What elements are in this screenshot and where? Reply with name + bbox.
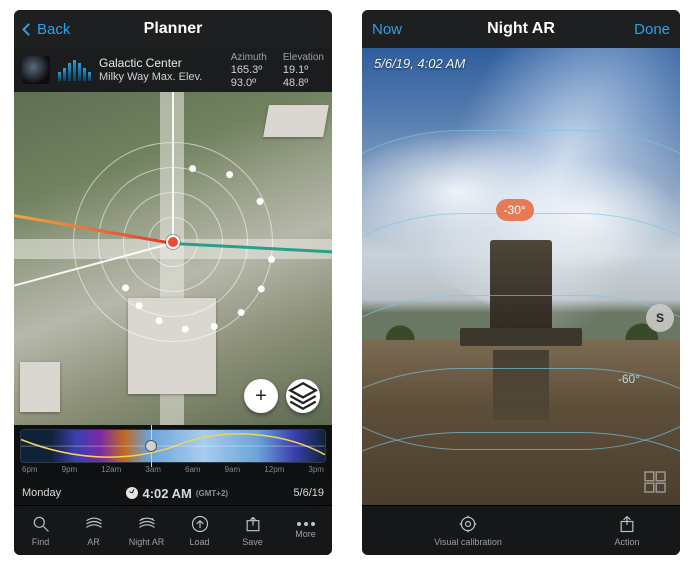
date-bar[interactable]: Monday 4:02 AM (GMT+2) 5/6/19 xyxy=(14,481,332,505)
ar-viewport[interactable]: 5/6/19, 4:02 AM -30° S -60° xyxy=(362,48,680,505)
plus-icon: + xyxy=(255,385,267,408)
tab-save[interactable]: Save xyxy=(226,506,279,555)
object-subtitle: Milky Way Max. Elev. xyxy=(99,71,223,85)
calibration-icon xyxy=(458,514,478,534)
time-value: 4:02 AM xyxy=(142,486,191,501)
nav-title: Planner xyxy=(144,20,203,38)
object-name: Galactic Center xyxy=(99,56,223,71)
azimuth-header: Azimuth xyxy=(231,52,267,63)
tab-more[interactable]: More xyxy=(279,506,332,555)
elevation-value-1: 19.1º xyxy=(283,64,324,76)
search-icon xyxy=(31,514,51,534)
now-button[interactable]: Now xyxy=(372,21,432,38)
info-strip[interactable]: Galactic Center Milky Way Max. Elev. Azi… xyxy=(14,48,332,92)
north-line xyxy=(172,92,174,242)
altitude-label: -60° xyxy=(618,372,640,386)
date-value: 5/6/19 xyxy=(293,487,324,499)
object-thumbnail xyxy=(22,56,50,84)
tab-visual-calibration[interactable]: Visual calibration xyxy=(362,506,574,555)
nav-bar: Back Planner xyxy=(14,10,332,48)
ar-icon xyxy=(84,514,104,534)
elevation-value-2: 48.8º xyxy=(283,77,324,89)
clock-icon xyxy=(126,487,138,499)
altitude-badge: -30° xyxy=(496,199,534,221)
azimuth-elevation-grid: Azimuth Elevation 165.3º 19.1º 93.0º 48.… xyxy=(231,52,324,89)
timeline-handle[interactable] xyxy=(144,427,158,465)
weekday-label: Monday xyxy=(22,487,61,499)
nav-title: Night AR xyxy=(487,20,555,38)
time-display[interactable]: 4:02 AM (GMT+2) xyxy=(126,486,228,501)
photopills-logo-icon xyxy=(640,467,670,497)
add-button[interactable]: + xyxy=(244,379,278,413)
azimuth-value-1: 165.3º xyxy=(231,64,267,76)
done-button[interactable]: Done xyxy=(610,21,670,38)
object-names: Galactic Center Milky Way Max. Elev. xyxy=(99,56,223,85)
timeline-band xyxy=(20,429,326,463)
tab-ar[interactable]: AR xyxy=(67,506,120,555)
altitude-arc xyxy=(362,432,680,505)
tab-load[interactable]: Load xyxy=(173,506,226,555)
elevation-header: Elevation xyxy=(283,52,324,63)
tab-night-ar[interactable]: Night AR xyxy=(120,506,173,555)
azimuth-value-2: 93.0º xyxy=(231,77,267,89)
south-compass-badge: S xyxy=(646,304,674,332)
tab-action[interactable]: Action xyxy=(574,506,680,555)
save-icon xyxy=(243,514,263,534)
back-button[interactable]: Back xyxy=(24,21,84,38)
map-pin[interactable] xyxy=(166,235,180,249)
night-ar-screen: Now Night AR Done 5/6/19, 4:02 AM -30° S… xyxy=(362,10,680,555)
timeline[interactable]: 6pm9pm 12am3am 6am9am 12pm3pm xyxy=(14,425,332,481)
more-icon xyxy=(297,522,315,526)
chevron-left-icon xyxy=(22,23,35,36)
back-label: Back xyxy=(37,21,70,38)
tab-find[interactable]: Find xyxy=(14,506,67,555)
tab-bar: Find AR Night AR Load Save More xyxy=(14,505,332,555)
planner-map[interactable]: + xyxy=(14,92,332,425)
layers-button[interactable] xyxy=(286,379,320,413)
timeline-ticks: 6pm9pm 12am3am 6am9am 12pm3pm xyxy=(20,463,326,474)
timezone-label: (GMT+2) xyxy=(196,489,228,498)
nav-bar: Now Night AR Done xyxy=(362,10,680,48)
night-ar-icon xyxy=(137,514,157,534)
ar-timestamp: 5/6/19, 4:02 AM xyxy=(374,56,465,71)
tab-bar: Visual calibration Action xyxy=(362,505,680,555)
load-icon xyxy=(190,514,210,534)
share-icon xyxy=(617,514,637,534)
layers-icon xyxy=(286,379,320,413)
planner-screen: Back Planner Galactic Center Milky Way M… xyxy=(14,10,332,555)
sun-elevation-curve xyxy=(21,430,325,462)
elevation-bars-icon xyxy=(58,59,91,81)
